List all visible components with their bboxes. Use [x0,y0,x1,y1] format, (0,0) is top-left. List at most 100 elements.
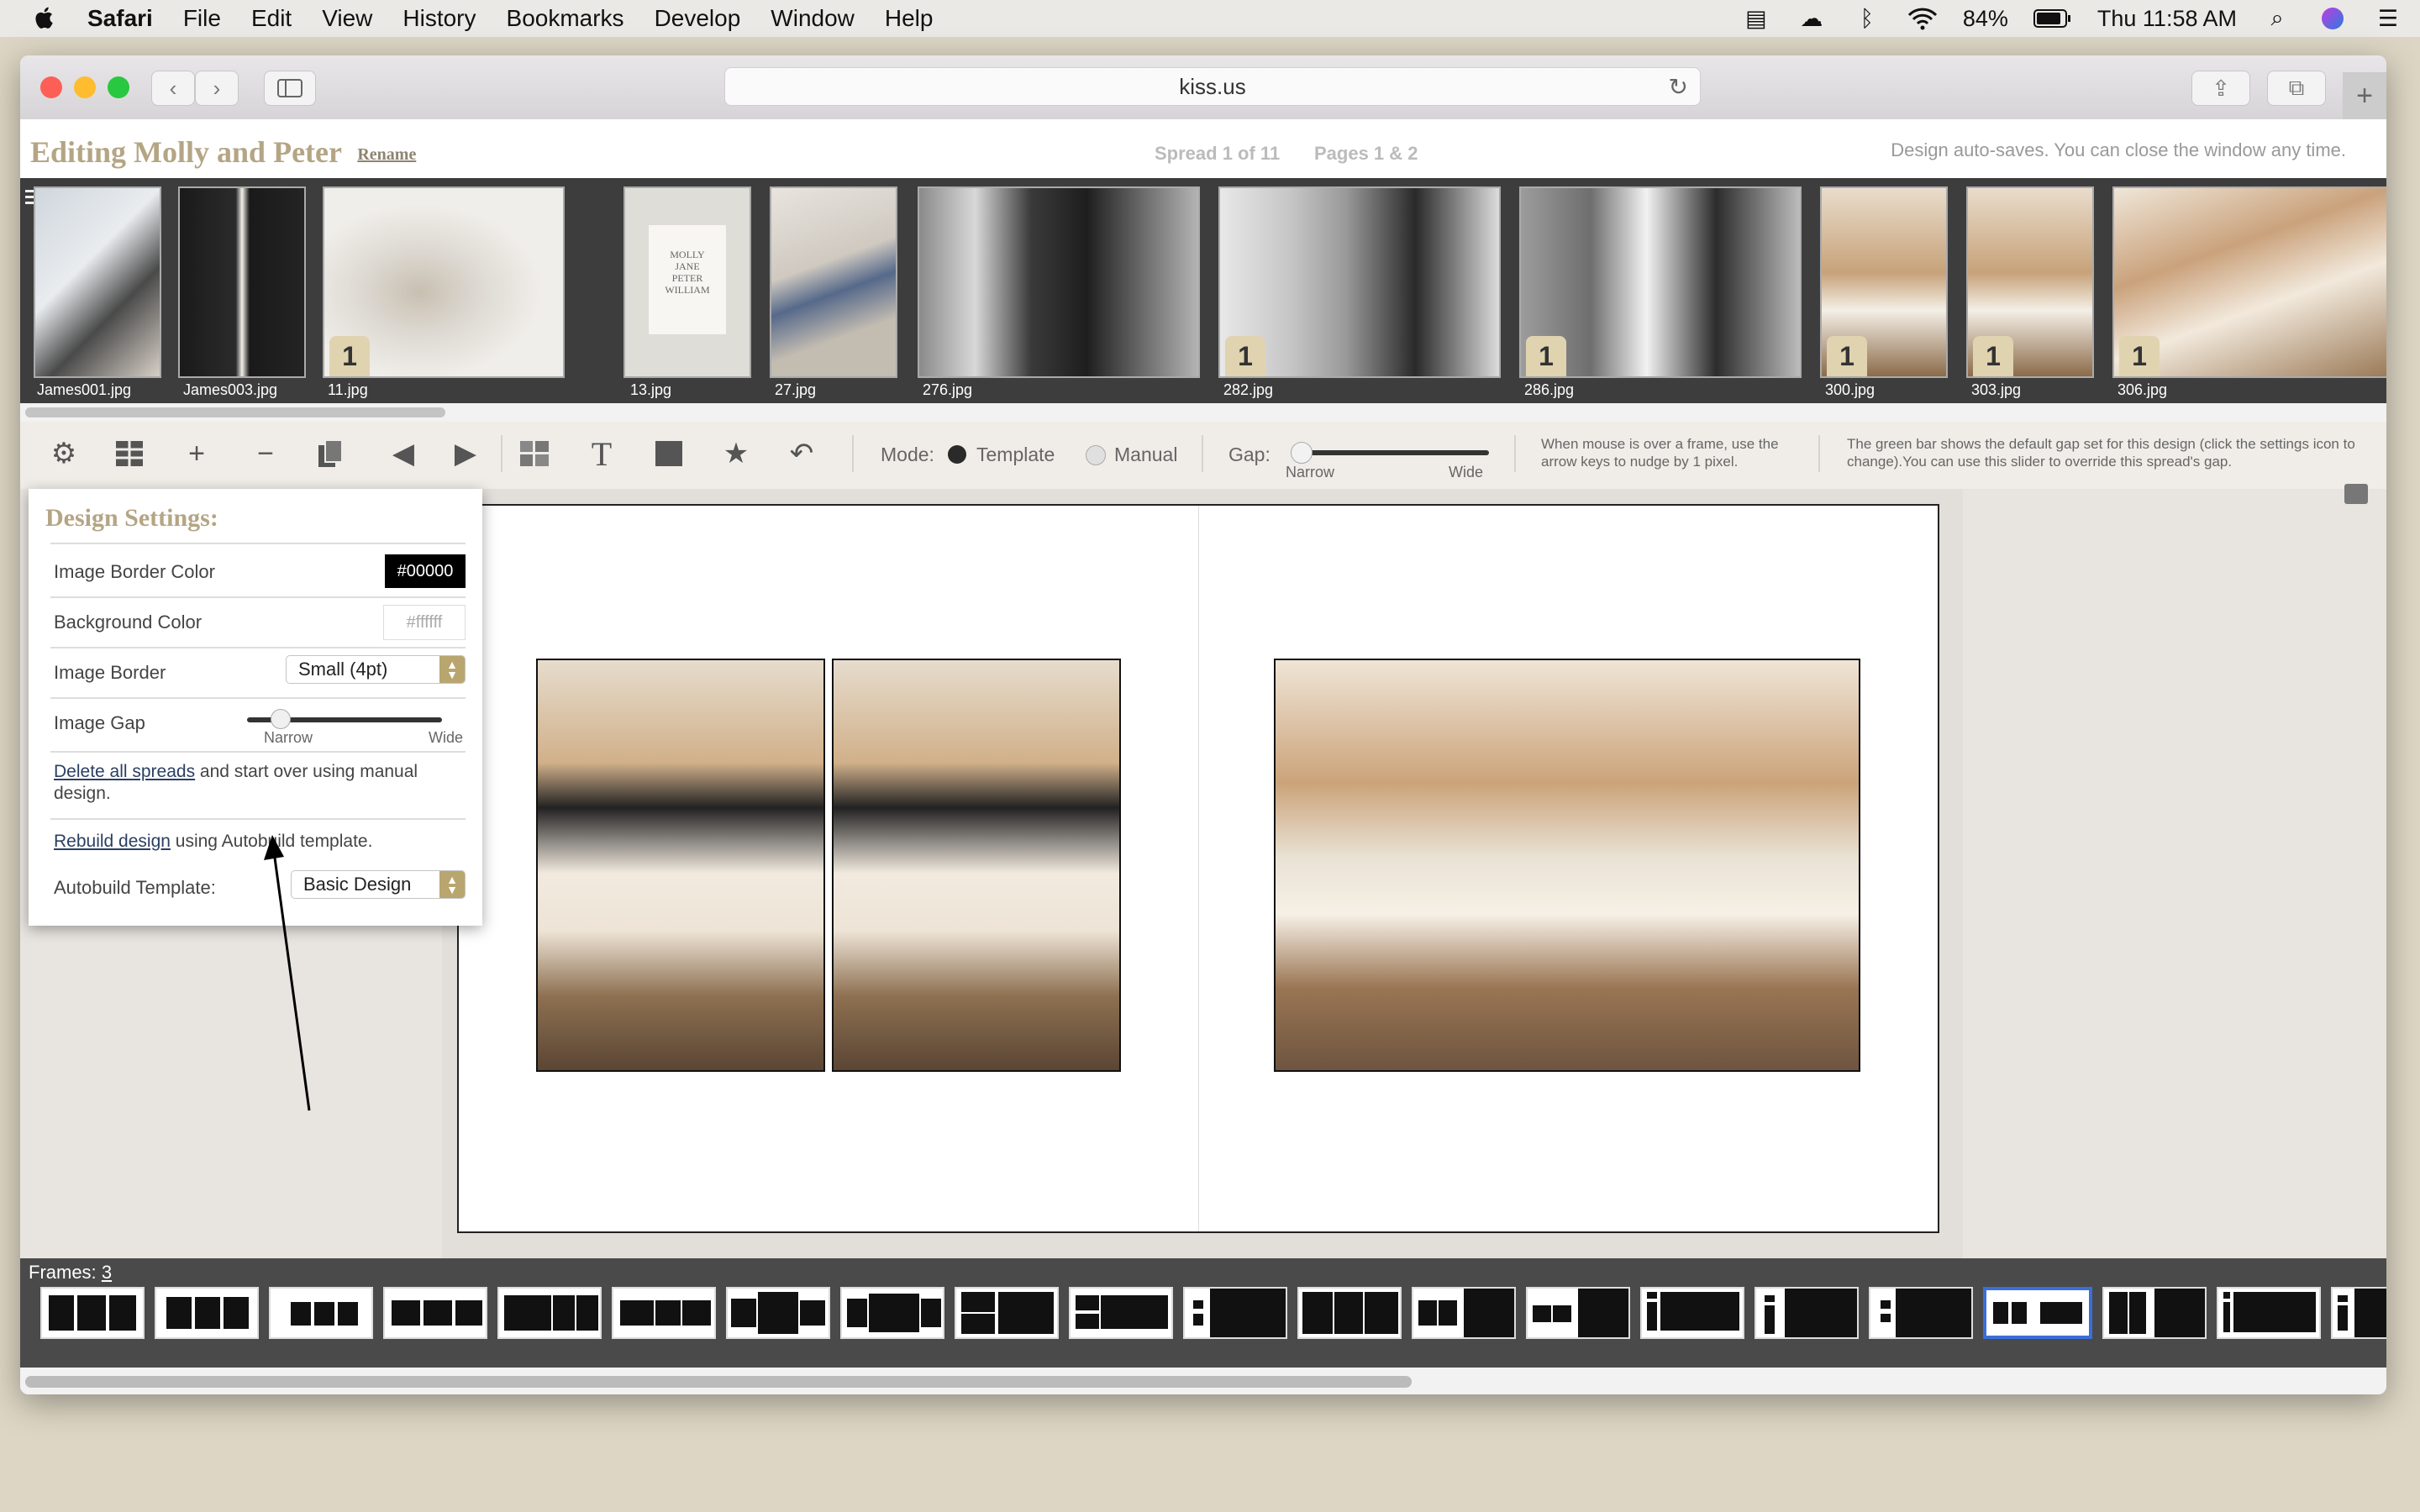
photo-thumb[interactable]: MOLLY JANE PETER WILLIAM [623,186,751,378]
frame-template[interactable] [1183,1287,1287,1339]
menu-app-name[interactable]: Safari [87,5,153,32]
border-color-swatch[interactable]: #00000 [385,554,466,588]
photo-thumb[interactable]: 1 [1820,186,1948,378]
star-icon[interactable]: ★ [719,437,753,470]
siri-icon[interactable] [2317,6,2348,31]
frame-template[interactable] [1640,1287,1744,1339]
close-window-button[interactable] [40,76,62,98]
bluetooth-icon[interactable]: ᛒ [1852,6,1882,31]
frame-template[interactable] [1754,1287,1859,1339]
battery-icon[interactable] [2033,8,2072,29]
address-bar[interactable]: kiss.us ↻ [724,67,1701,106]
frame-template[interactable] [2331,1287,2386,1339]
frames-scrollbar[interactable] [20,1368,2386,1394]
menu-window[interactable]: Window [771,5,855,32]
rename-link[interactable]: Rename [357,145,416,164]
menu-bookmarks[interactable]: Bookmarks [507,5,624,32]
frame-template[interactable] [955,1287,1059,1339]
next-spread-icon[interactable]: ▶ [449,437,482,470]
creative-cloud-icon[interactable]: ☁ [1797,6,1827,31]
frame-template[interactable] [1069,1287,1173,1339]
photo-thumb[interactable] [34,186,161,378]
new-tab-button[interactable]: + [2343,72,2386,119]
copy-spread-icon[interactable] [314,437,348,470]
border-color-label: Image Border Color [54,561,215,582]
menu-file[interactable]: File [183,5,221,32]
frame-template[interactable] [612,1287,716,1339]
scrollbar-thumb[interactable] [25,1376,1412,1388]
frame-template[interactable] [1412,1287,1516,1339]
mode-template-label[interactable]: Template [976,444,1055,466]
remove-spread-icon[interactable]: − [249,437,282,470]
zoom-window-button[interactable] [108,76,129,98]
frame-template[interactable] [840,1287,944,1339]
frame-template[interactable] [1526,1287,1630,1339]
invitation-line: MOLLY [670,249,705,260]
album-spread[interactable] [457,504,1939,1233]
tabs-overview-button[interactable]: ⧉ [2267,71,2326,106]
clipboard-icon[interactable]: ▤ [1741,6,1771,31]
photo-thumb[interactable] [918,186,1200,378]
photo-thumb[interactable] [770,186,897,378]
frame-template[interactable] [40,1287,145,1339]
frame-template[interactable] [1297,1287,1402,1339]
menu-develop[interactable]: Develop [655,5,741,32]
sidebar-toggle-button[interactable] [264,71,316,106]
menu-history[interactable]: History [402,5,476,32]
rectangle-tool-icon[interactable] [652,437,686,470]
spotlight-search-icon[interactable]: ⌕ [2262,5,2292,31]
notification-center-icon[interactable]: ☰ [2373,6,2403,31]
menu-view[interactable]: View [322,5,372,32]
frame-template[interactable] [1869,1287,1973,1339]
settings-gear-icon[interactable]: ⚙ [47,437,81,470]
mode-template-radio[interactable] [948,445,966,464]
comment-icon[interactable] [2344,484,2368,504]
mode-manual-label[interactable]: Manual [1114,444,1177,466]
frame-template[interactable] [269,1287,373,1339]
minimize-window-button[interactable] [74,76,96,98]
background-color-swatch[interactable]: #ffffff [383,605,466,640]
gap-slider-knob[interactable] [1291,442,1313,464]
delete-all-spreads-link[interactable]: Delete all spreads [54,762,195,781]
reload-icon[interactable]: ↻ [1669,73,1688,101]
add-spread-icon[interactable]: + [180,437,213,470]
menu-help[interactable]: Help [885,5,934,32]
photo-thumb[interactable]: 1 [323,186,565,378]
photo-thumb[interactable]: 1 [1218,186,1501,378]
frame-template-selected[interactable] [1983,1287,2092,1339]
frame-template[interactable] [2102,1287,2207,1339]
undo-icon[interactable]: ↶ [785,437,818,470]
photo-thumb[interactable]: 1 [1519,186,1802,378]
photo-thumb[interactable]: 1 [2112,186,2386,378]
frame-template[interactable] [726,1287,830,1339]
text-tool-icon[interactable]: T [585,435,618,473]
forward-button[interactable]: › [195,71,239,106]
spread-editor: Design Settings: Image Border Color #000… [20,484,2386,1263]
apple-icon[interactable] [34,6,57,31]
rebuild-design-link[interactable]: Rebuild design [54,832,171,851]
photo-thumb[interactable] [178,186,306,378]
frame-template[interactable] [2217,1287,2321,1339]
frame-template[interactable] [155,1287,259,1339]
image-border-select[interactable]: Small (4pt) ▲ ▼ [286,655,466,684]
scrollbar-thumb[interactable] [25,407,445,417]
photo-thumb[interactable]: 1 [1966,186,2094,378]
clock[interactable]: Thu 11:58 AM [2097,6,2237,32]
gap-slider-track[interactable] [1297,450,1489,455]
spread-photo-right[interactable] [1274,659,1860,1072]
spread-photo-left-1[interactable] [536,659,825,1072]
mode-manual-radio[interactable] [1086,445,1106,465]
image-gap-slider-knob[interactable] [271,709,291,729]
wifi-icon[interactable] [1907,7,1938,30]
grid-layout-icon[interactable] [113,437,146,470]
layout-icon[interactable] [518,437,551,470]
photo-strip-scrollbar[interactable] [20,403,2386,422]
menu-edit[interactable]: Edit [251,5,292,32]
previous-spread-icon[interactable]: ◀ [387,437,420,470]
share-button[interactable]: ⇪ [2191,71,2250,106]
spread-photo-left-2[interactable] [832,659,1121,1072]
frame-template[interactable] [497,1287,602,1339]
frames-count[interactable]: 3 [102,1262,112,1283]
back-button[interactable]: ‹ [151,71,195,106]
frame-template[interactable] [383,1287,487,1339]
